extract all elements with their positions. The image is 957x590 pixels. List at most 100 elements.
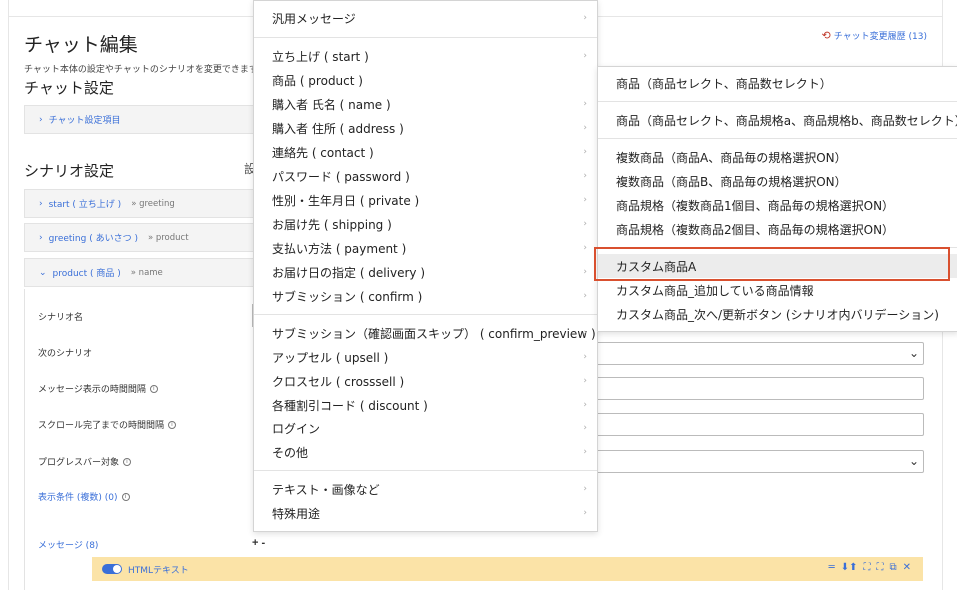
scenario-name-label: シナリオ名: [38, 310, 83, 323]
expand-icon[interactable]: ⛶: [876, 562, 883, 573]
chevron-right-icon: ›: [39, 114, 43, 125]
scenario-accordion-greeting[interactable]: › greeting ( あいさつ ) » product: [24, 223, 254, 252]
messages-link[interactable]: メッセージ (8): [38, 538, 98, 551]
submenu-item-label: カスタム商品_次へ/更新ボタン (シナリオ内バリデーション): [616, 307, 939, 322]
menu-item-address[interactable]: 購入者 住所 ( address ) ›: [254, 116, 597, 140]
copy-icon[interactable]: ⧉: [889, 562, 896, 573]
menu-item-delivery[interactable]: お届け日の指定 ( delivery ) ›: [254, 260, 597, 284]
menu-item-label: お届け日の指定 ( delivery ): [272, 265, 425, 280]
menu-item-name[interactable]: 購入者 氏名 ( name ) ›: [254, 92, 597, 116]
info-icon[interactable]: i: [149, 384, 158, 393]
menu-item-confirm[interactable]: サブミッション ( confirm ) ›: [254, 284, 597, 308]
chevron-down-icon: ⌄: [39, 267, 47, 278]
move-icon[interactable]: ⬇⬆: [841, 562, 858, 573]
submenu-item-multi-a[interactable]: 複数商品（商品A、商品毎の規格選択ON）: [598, 145, 957, 169]
chevron-right-icon: ›: [583, 123, 587, 133]
chat-history-link[interactable]: ⟲ チャット変更履歴 (13): [822, 29, 927, 42]
accordion-next: » name: [130, 267, 163, 278]
chevron-right-icon: ›: [583, 171, 587, 181]
menu-item-contact[interactable]: 連絡先 ( contact ) ›: [254, 140, 597, 164]
chevron-right-icon: ›: [583, 219, 587, 229]
chat-settings-accordion[interactable]: › チャット設定項目: [24, 105, 254, 134]
drag-handle-icon[interactable]: ═: [829, 562, 835, 573]
menu-item-text-image[interactable]: テキスト・画像など ›: [254, 477, 597, 501]
submenu-item-spec-2[interactable]: 商品規格（複数商品2個目、商品毎の規格選択ON）: [598, 217, 957, 241]
scenario-type-menu: 汎用メッセージ › 立ち上げ ( start ) › 商品 ( product )…: [253, 0, 598, 532]
product-submenu: 商品（商品セレクト、商品数セレクト） 商品（商品セレクト、商品規格a、商品規格b…: [597, 66, 957, 332]
add-remove-controls[interactable]: + -: [252, 537, 265, 549]
scroll-interval-input[interactable]: [596, 413, 924, 436]
menu-item-login[interactable]: ログイン ›: [254, 416, 597, 440]
submenu-item-spec-1[interactable]: 商品規格（複数商品1個目、商品毎の規格選択ON）: [598, 193, 957, 217]
menu-item-label: 特殊用途: [272, 506, 321, 521]
submenu-item-label: カスタム商品_追加している商品情報: [616, 283, 814, 298]
menu-item-label: パスワード ( password ): [272, 169, 410, 184]
chevron-right-icon: ›: [583, 243, 587, 253]
menu-item-confirm-preview[interactable]: サブミッション（確認画面スキップ） ( confirm_preview ) ›: [254, 321, 597, 345]
menu-item-label: 各種割引コード ( discount ): [272, 398, 428, 413]
submenu-item-multi-b[interactable]: 複数商品（商品B、商品毎の規格選択ON）: [598, 169, 957, 193]
scenario-accordion-start[interactable]: › start ( 立ち上げ ) » greeting: [24, 189, 254, 218]
menu-item-label: 汎用メッセージ: [272, 11, 356, 26]
message-interval-input[interactable]: [596, 377, 924, 400]
submenu-item-product-basic[interactable]: 商品（商品セレクト、商品数セレクト）: [598, 71, 957, 95]
submenu-item-custom-a[interactable]: カスタム商品A: [598, 254, 957, 278]
scenario-accordion-product[interactable]: ⌄ product ( 商品 ) » name: [24, 258, 254, 287]
html-text-message-bar[interactable]: HTMLテキスト ═ ⬇⬆ ⛶ ⛶ ⧉ ✕: [92, 557, 923, 581]
menu-divider: [254, 470, 597, 471]
accordion-next: » product: [147, 232, 189, 243]
menu-item-upsell[interactable]: アップセル ( upsell ) ›: [254, 345, 597, 369]
accordion-label: start ( 立ち上げ ): [48, 200, 122, 210]
close-icon[interactable]: ✕: [903, 562, 911, 573]
chevron-right-icon: ›: [583, 267, 587, 277]
submenu-item-custom-next[interactable]: カスタム商品_次へ/更新ボタン (シナリオ内バリデーション): [598, 302, 957, 326]
submenu-item-label: 商品（商品セレクト、商品数セレクト）: [616, 76, 832, 91]
menu-item-product[interactable]: 商品 ( product ): [254, 68, 597, 92]
next-scenario-label: 次のシナリオ: [38, 346, 92, 359]
menu-item-crosssell[interactable]: クロスセル ( crosssell ) ›: [254, 369, 597, 393]
progress-target-select[interactable]: ⌄: [596, 450, 924, 473]
page-description: チャット本体の設定やチャットのシナリオを変更できます: [24, 65, 258, 75]
chevron-right-icon: ›: [583, 423, 587, 433]
menu-item-start[interactable]: 立ち上げ ( start ) ›: [254, 44, 597, 68]
submenu-item-product-spec[interactable]: 商品（商品セレクト、商品規格a、商品規格b、商品数セレクト）: [598, 108, 957, 132]
submenu-item-label: 商品規格（複数商品2個目、商品毎の規格選択ON）: [616, 222, 895, 237]
field-label-text: シナリオ名: [38, 313, 84, 323]
collapse-icon[interactable]: ⛶: [863, 562, 870, 573]
menu-item-discount[interactable]: 各種割引コード ( discount ) ›: [254, 393, 597, 417]
toggle-icon[interactable]: [102, 564, 122, 574]
next-scenario-select[interactable]: ⌄: [596, 342, 924, 365]
chevron-right-icon: ›: [583, 447, 587, 457]
chevron-right-icon: ›: [583, 147, 587, 157]
submenu-divider: [598, 101, 957, 102]
chevron-right-icon: ›: [583, 400, 587, 410]
field-label-text: 次のシナリオ: [38, 349, 93, 359]
submenu-divider: [598, 138, 957, 139]
menu-item-other[interactable]: その他 ›: [254, 440, 597, 464]
submenu-item-label: 商品（商品セレクト、商品規格a、商品規格b、商品数セレクト）: [616, 113, 957, 128]
menu-item-label: お届け先 ( shipping ): [272, 217, 392, 232]
info-icon[interactable]: i: [123, 457, 132, 466]
menu-item-special[interactable]: 特殊用途 ›: [254, 501, 597, 525]
chevron-down-icon: ⌄: [908, 454, 919, 468]
menu-item-label: サブミッション（確認画面スキップ） ( confirm_preview ): [272, 326, 596, 341]
submenu-item-custom-info[interactable]: カスタム商品_追加している商品情報: [598, 278, 957, 302]
menu-item-shipping[interactable]: お届け先 ( shipping ) ›: [254, 212, 597, 236]
info-icon[interactable]: i: [168, 420, 177, 429]
menu-item-payment[interactable]: 支払い方法 ( payment ) ›: [254, 236, 597, 260]
menu-item-label: ログイン: [272, 421, 321, 436]
menu-item-private[interactable]: 性別・生年月日 ( private ) ›: [254, 188, 597, 212]
menu-divider: [254, 314, 597, 315]
display-condition-link[interactable]: 表示条件 (複数) (0) i: [38, 490, 130, 503]
menu-item-label: アップセル ( upsell ): [272, 350, 389, 365]
chevron-right-icon: ›: [583, 484, 587, 494]
html-text-label: HTMLテキスト: [128, 565, 189, 576]
menu-item-label: 購入者 住所 ( address ): [272, 121, 404, 136]
menu-item-label: 性別・生年月日 ( private ): [272, 193, 420, 208]
info-icon[interactable]: i: [121, 492, 130, 501]
message-interval-label: メッセージ表示の時間間隔 i: [38, 382, 158, 395]
menu-item-label: 連絡先 ( contact ): [272, 145, 374, 160]
menu-item-general-message[interactable]: 汎用メッセージ ›: [254, 6, 597, 30]
field-label-text: メッセージ (8): [38, 541, 99, 551]
menu-item-password[interactable]: パスワード ( password ) ›: [254, 164, 597, 188]
